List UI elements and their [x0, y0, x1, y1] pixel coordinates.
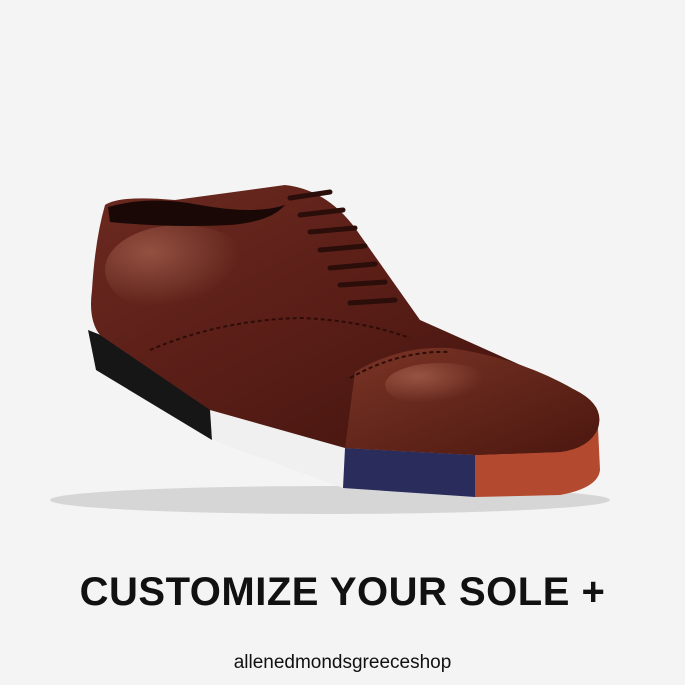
- oxford-shoe-icon: [50, 185, 610, 514]
- product-image: [0, 0, 685, 560]
- toe-shine: [385, 363, 495, 407]
- customize-sole-headline[interactable]: CUSTOMIZE YOUR SOLE +: [0, 570, 685, 615]
- leather-shine: [105, 225, 255, 315]
- shop-name: allenedmondsgreeceshop: [233, 652, 452, 673]
